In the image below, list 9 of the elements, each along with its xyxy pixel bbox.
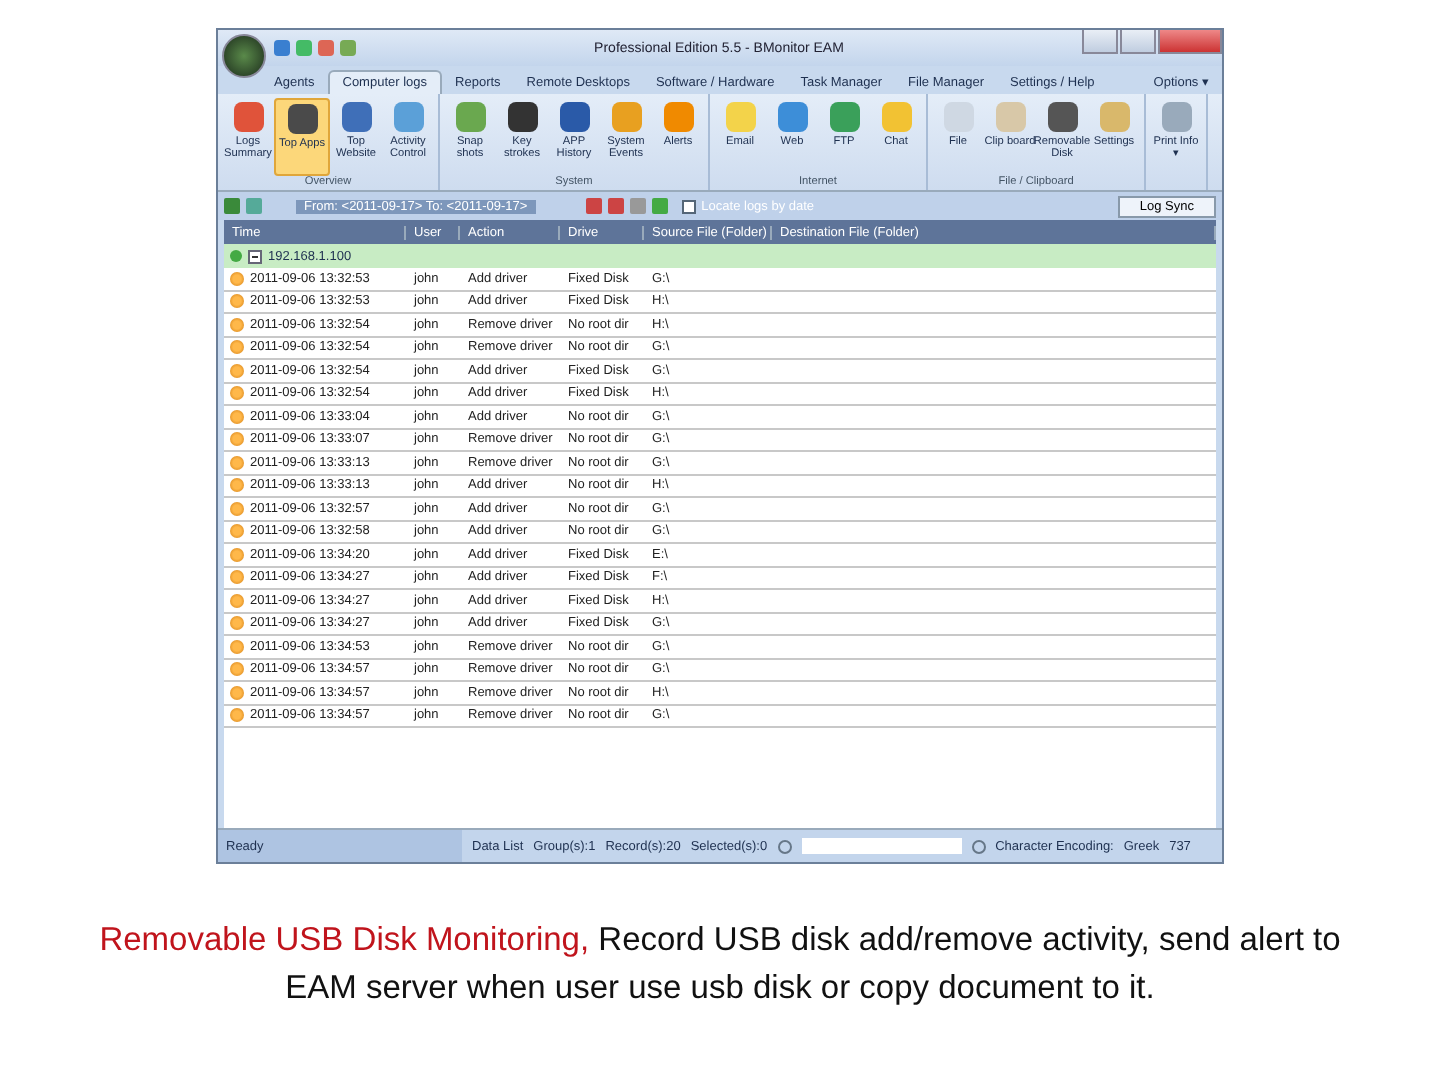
caption: Removable USB Disk Monitoring, Record USB disk add/remove activity, send alert to EAM server when user use usb disk or copy document to it. [97,920,1343,1010]
maximize-button[interactable] [1120,30,1156,54]
search-icon[interactable] [971,839,986,853]
expander-icon[interactable] [248,249,262,263]
search-icon[interactable] [777,839,792,853]
search-field[interactable] [801,838,962,854]
app-menu-button[interactable] [222,34,266,78]
minimize-button[interactable] [1082,30,1118,54]
close-button[interactable] [1158,30,1222,54]
